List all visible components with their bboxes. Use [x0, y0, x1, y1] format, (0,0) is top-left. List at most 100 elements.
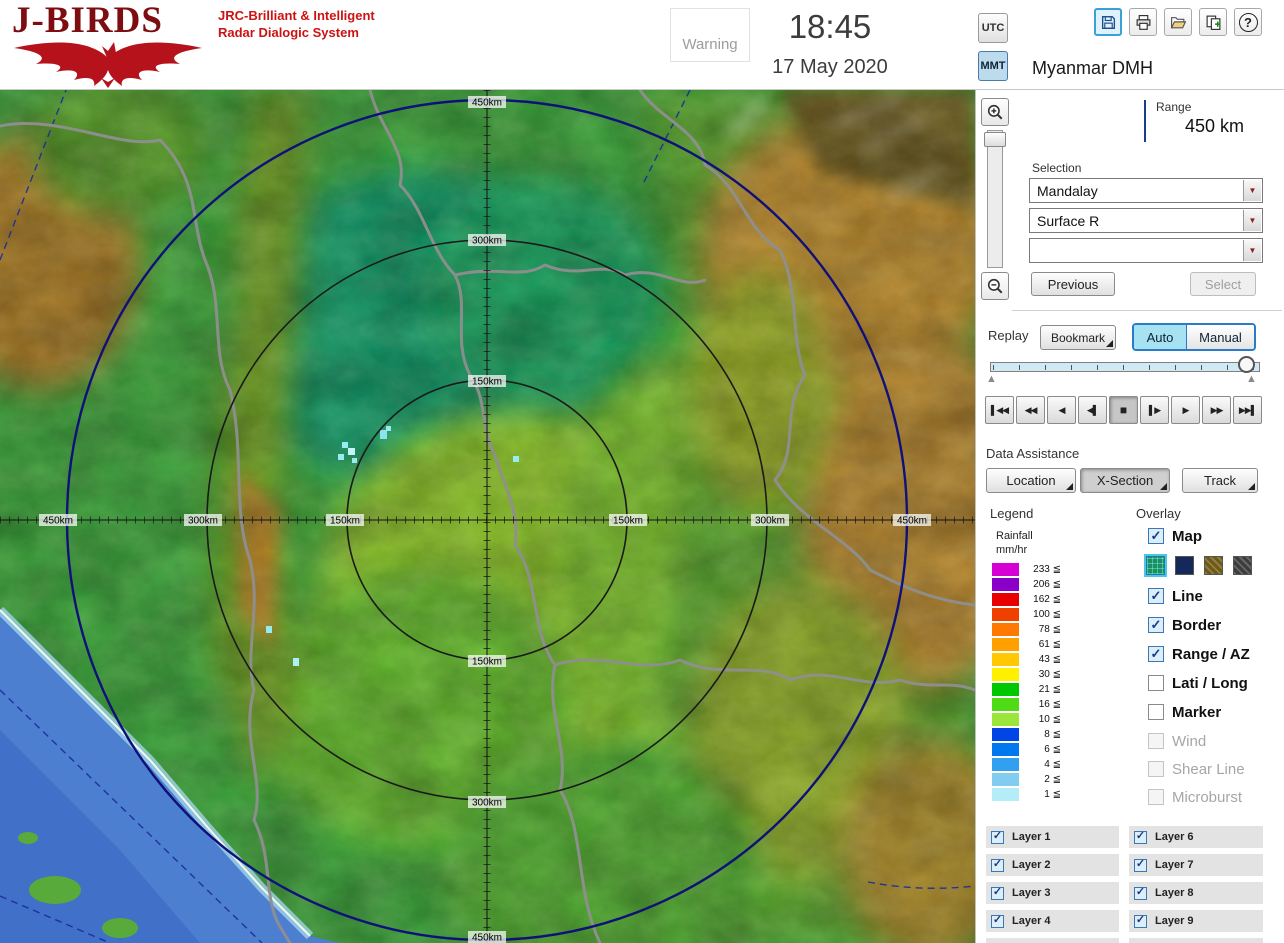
checkbox[interactable] — [1148, 675, 1164, 691]
checkbox[interactable] — [1148, 704, 1164, 720]
legend-row: 43 ≦ — [992, 652, 1061, 667]
export-button[interactable] — [1199, 8, 1227, 36]
layer-row[interactable]: ✓ Layer 2 — [986, 854, 1119, 876]
legend-color-swatch — [992, 653, 1019, 666]
location-label: Location — [1006, 473, 1056, 488]
map-style-swatch-2[interactable] — [1175, 556, 1194, 575]
overlay-item-border[interactable]: ✓ Border — [1148, 615, 1221, 635]
layer-row[interactable] — [986, 938, 1119, 943]
chevron-down-icon[interactable]: ▼ — [1243, 210, 1261, 231]
site-dropdown[interactable]: Mandalay ▼ — [1029, 178, 1263, 203]
step-forward-button[interactable]: ▌▶ — [1140, 396, 1169, 424]
location-button[interactable]: Location — [986, 468, 1076, 493]
fast-rewind-button[interactable]: ◀◀ — [1016, 396, 1045, 424]
help-button[interactable]: ? — [1234, 8, 1262, 36]
clock-date: 17 May 2020 — [772, 56, 888, 78]
overlay-item-range-az[interactable]: ✓ Range / AZ — [1148, 644, 1250, 664]
checkbox[interactable]: ✓ — [1148, 528, 1164, 544]
checkbox[interactable]: ✓ — [1148, 588, 1164, 604]
map-style-swatch-4[interactable] — [1233, 556, 1252, 575]
radar-map[interactable]: 450km 300km 150km 150km 300km 450km 450k… — [0, 90, 975, 943]
layer-row[interactable]: ✓ Layer 6 — [1129, 826, 1263, 848]
map-style-swatch-3[interactable] — [1204, 556, 1223, 575]
range-label: 450km — [897, 516, 927, 527]
layer-label: Layer 9 — [1155, 915, 1194, 927]
stop-button[interactable]: ■ — [1109, 396, 1138, 424]
manual-mode-button[interactable]: Manual — [1186, 325, 1254, 349]
layer-checkbox[interactable]: ✓ — [1134, 830, 1147, 844]
previous-button[interactable]: Previous — [1031, 272, 1115, 296]
overlay-label: Microburst — [1172, 788, 1243, 806]
overlay-item-shear-line: Shear Line — [1148, 759, 1245, 779]
layer-checkbox[interactable]: ✓ — [991, 914, 1004, 928]
utc-toggle-button[interactable]: UTC — [978, 13, 1008, 43]
layer-row[interactable]: ✓ Layer 7 — [1129, 854, 1263, 876]
overlay-item-lati-long[interactable]: Lati / Long — [1148, 673, 1248, 693]
check-icon: ✓ — [1150, 616, 1162, 632]
check-icon: ✓ — [1135, 913, 1146, 926]
track-button[interactable]: Track — [1182, 468, 1258, 493]
x-section-label: X-Section — [1096, 473, 1154, 488]
layer-row[interactable]: ✓ Layer 9 — [1129, 910, 1263, 932]
map-style-swatch-1[interactable] — [1144, 554, 1167, 577]
slider-end-marker-icon[interactable]: ▲ — [1246, 374, 1257, 385]
print-button[interactable] — [1129, 8, 1157, 36]
site-dropdown-value: Mandalay — [1037, 182, 1098, 199]
overlay-label: Marker — [1172, 703, 1222, 721]
fast-forward-button[interactable]: ▶▶ — [1202, 396, 1231, 424]
layer-checkbox[interactable]: ✓ — [991, 886, 1004, 900]
layer-row[interactable]: ✓ Layer 3 — [986, 882, 1119, 904]
warning-indicator[interactable]: Warning — [670, 8, 750, 62]
zoom-slider-track[interactable] — [987, 130, 1003, 268]
layer-checkbox[interactable]: ✓ — [1134, 858, 1147, 872]
skip-to-end-button[interactable]: ▶▶▌ — [1233, 396, 1262, 424]
layer-row[interactable]: ✓ Layer 1 — [986, 826, 1119, 848]
zoom-slider-thumb[interactable] — [984, 132, 1006, 147]
replay-timeline-slider[interactable] — [990, 362, 1260, 372]
checkbox[interactable]: ✓ — [1148, 646, 1164, 662]
overlay-item-microburst: Microburst — [1148, 787, 1242, 807]
layer-checkbox[interactable]: ✓ — [1134, 913, 1147, 928]
bookmark-button[interactable]: Bookmark — [1040, 325, 1116, 350]
legend-color-swatch — [992, 698, 1019, 711]
save-button[interactable] — [1094, 8, 1122, 36]
legend-color-swatch — [992, 713, 1019, 726]
layer-row[interactable]: ✓ Layer 8 — [1129, 882, 1263, 904]
play-button[interactable]: ▶ — [1171, 396, 1200, 424]
legend-value: 8 ≦ — [1044, 729, 1061, 740]
layer-checkbox[interactable]: ✓ — [1134, 886, 1147, 900]
x-section-button[interactable]: X-Section — [1080, 468, 1170, 493]
open-folder-icon — [1170, 16, 1186, 28]
legend-row: 100 ≦ — [992, 607, 1061, 622]
previous-label: Previous — [1047, 276, 1099, 292]
auto-mode-button[interactable]: Auto — [1134, 325, 1186, 349]
app-logo: J-BIRDS — [12, 2, 163, 39]
chevron-down-icon[interactable]: ▼ — [1243, 180, 1261, 201]
layer-checkbox[interactable]: ✓ — [991, 830, 1004, 844]
layer-row[interactable] — [1129, 938, 1263, 943]
overlay-item-line[interactable]: ✓ Line — [1148, 586, 1203, 606]
product-dropdown[interactable]: Surface R ▼ — [1029, 208, 1263, 233]
option-dropdown[interactable]: ▼ — [1029, 238, 1263, 263]
layer-checkbox[interactable]: ✓ — [991, 858, 1004, 872]
overlay-item-map[interactable]: ✓ Map — [1148, 526, 1202, 546]
playback-controls: ▌◀◀ ◀◀ ◀ ◀▌ ■ ▌▶ ▶ ▶▶ ▶▶▌ — [985, 396, 1262, 424]
checkbox[interactable]: ✓ — [1148, 617, 1164, 633]
layer-row[interactable]: ✓ Layer 4 — [986, 910, 1119, 932]
legend-value: 100 ≦ — [1033, 609, 1061, 620]
select-button[interactable]: Select — [1190, 272, 1256, 296]
zoom-in-button[interactable] — [981, 98, 1009, 126]
slider-start-marker-icon[interactable]: ▲ — [986, 374, 997, 385]
range-label: 150km — [330, 516, 360, 527]
resize-grip-icon — [1066, 483, 1073, 490]
step-back-button[interactable]: ◀▌ — [1078, 396, 1107, 424]
overlay-item-marker[interactable]: Marker — [1148, 702, 1221, 722]
replay-slider-thumb[interactable] — [1238, 356, 1255, 373]
play-reverse-button[interactable]: ◀ — [1047, 396, 1076, 424]
range-label: 450km — [43, 516, 73, 527]
zoom-out-button[interactable] — [981, 272, 1009, 300]
open-file-button[interactable] — [1164, 8, 1192, 36]
mmt-toggle-button[interactable]: MMT — [978, 51, 1008, 81]
skip-to-start-button[interactable]: ▌◀◀ — [985, 396, 1014, 424]
chevron-down-icon[interactable]: ▼ — [1243, 240, 1261, 261]
